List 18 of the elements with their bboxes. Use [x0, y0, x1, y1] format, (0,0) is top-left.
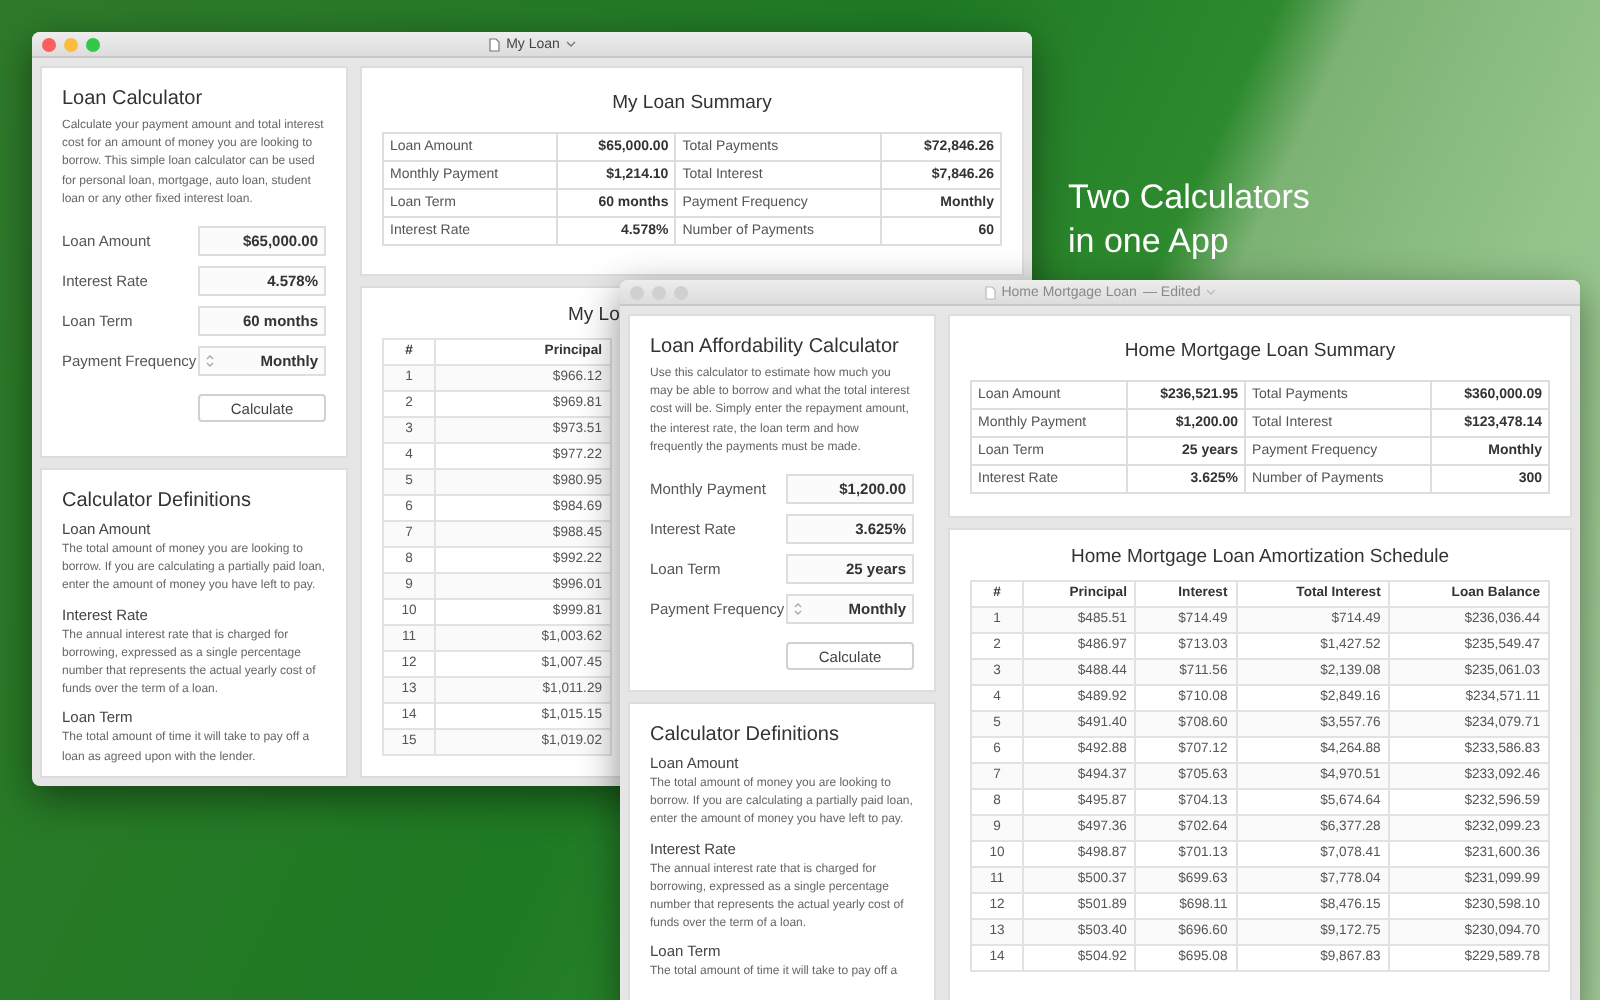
- panel-title: My Loan Summary: [610, 92, 774, 114]
- chevron-icon: [1206, 288, 1217, 296]
- tagline-text: Two Calculators in one App: [1068, 176, 1312, 264]
- document-icon: [488, 37, 501, 51]
- panel-title: Loan Affordability Calculator: [650, 336, 901, 358]
- panel-title: Loan Calculator: [62, 88, 205, 110]
- chevron-icon: [565, 40, 576, 48]
- panel-title: Calculator Definitions: [650, 724, 841, 746]
- panel-title: Calculator Definitions: [62, 490, 253, 512]
- document-icon: [983, 285, 996, 299]
- panel-title: My Lo: [566, 304, 622, 326]
- stepper-icon: [206, 354, 214, 369]
- panel-title: Home Mortgage Loan Amortization Schedule: [1068, 546, 1452, 568]
- minimize-button[interactable]: [64, 37, 78, 51]
- close-button[interactable]: [42, 37, 56, 51]
- stepper-icon: [794, 602, 802, 617]
- zoom-button[interactable]: [86, 37, 100, 51]
- panel-title: Home Mortgage Loan Summary: [1122, 340, 1398, 362]
